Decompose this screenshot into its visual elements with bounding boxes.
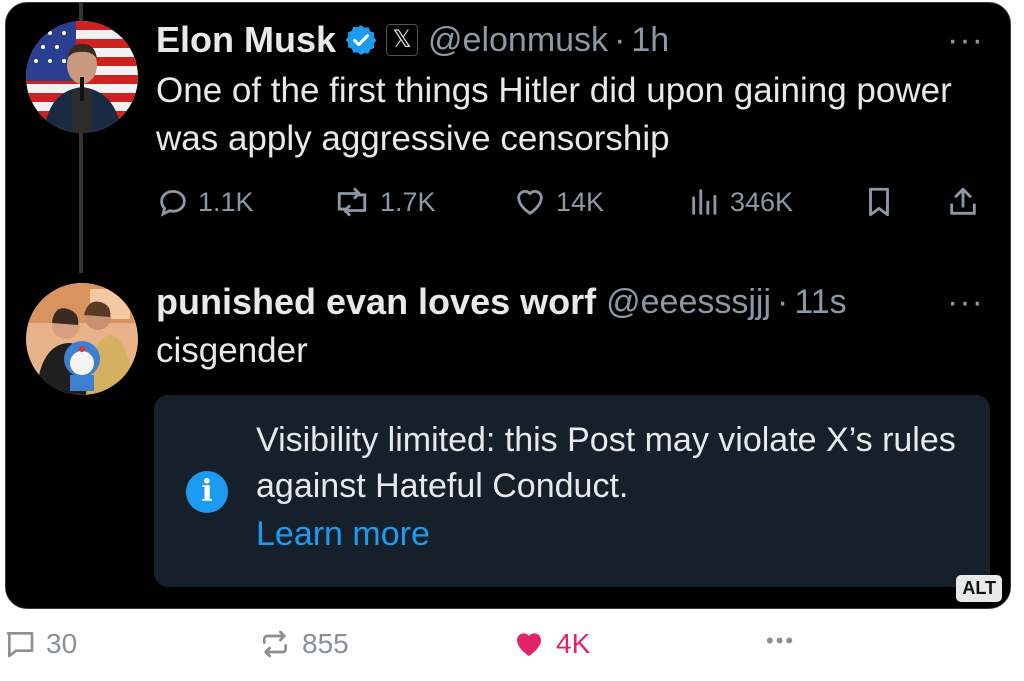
tweet1-reply-button[interactable]: 1.1K <box>156 185 254 219</box>
bookmark-button[interactable] <box>862 185 904 219</box>
tweet2-handle[interactable]: @eeesssjjj <box>606 283 771 322</box>
outer-repost-button[interactable]: 855 <box>258 628 349 660</box>
tweet1-reply-count: 1.1K <box>198 186 254 217</box>
tweet1-header: Elon Musk 𝕏 @elonmusk · 1h <box>156 19 669 61</box>
tweet1-timestamp[interactable]: 1h <box>631 21 669 60</box>
avatar-elon[interactable] <box>26 21 138 133</box>
outer-more-icon[interactable]: ••• <box>766 628 795 654</box>
share-button[interactable] <box>946 185 988 219</box>
outer-repost-count: 855 <box>302 628 349 659</box>
tweet1-author-name[interactable]: Elon Musk <box>156 19 336 61</box>
tweet1-views-button[interactable]: 346K <box>688 185 793 219</box>
notice-text: Visibility limited: this Post may violat… <box>256 421 956 505</box>
outer-like-count: 4K <box>556 628 591 659</box>
share-icon <box>950 187 976 215</box>
tweet2-more-icon[interactable]: ··· <box>947 283 984 322</box>
repost-icon <box>337 187 367 217</box>
outer-reply-count: 30 <box>46 628 78 659</box>
views-chart-icon <box>692 189 717 215</box>
tweet1-repost-count: 1.7K <box>380 186 436 217</box>
tweet1-more-icon[interactable]: ··· <box>947 21 984 60</box>
separator-dot: · <box>614 20 626 59</box>
separator-dot: · <box>777 282 789 321</box>
info-icon: i <box>186 471 228 513</box>
tweet1-handle[interactable]: @elonmusk <box>428 21 608 60</box>
tweet2-text: cisgender <box>156 331 308 370</box>
outer-reply-button[interactable]: 30 <box>4 628 77 660</box>
comment-icon <box>6 632 34 658</box>
reply-icon <box>160 189 186 217</box>
avatar-punished-evan[interactable] <box>26 283 138 395</box>
tweet1-action-bar: 1.1K 1.7K 14K 346K <box>156 185 996 229</box>
tweet1-views-count: 346K <box>730 186 794 217</box>
bookmark-icon <box>869 187 889 217</box>
tweet1-text: One of the first things Hitler did upon … <box>156 71 952 158</box>
tweet1-like-count: 14K <box>556 186 605 217</box>
repost-icon <box>263 630 287 658</box>
alt-text-badge[interactable]: ALT <box>956 575 1002 602</box>
visibility-limited-notice: i Visibility limited: this Post may viol… <box>154 395 990 587</box>
tweet1-like-button[interactable]: 14K <box>512 185 604 219</box>
tweet2-timestamp[interactable]: 11s <box>794 283 846 322</box>
outer-action-bar: 30 855 4K ••• <box>0 628 1024 672</box>
x-affiliate-badge-icon: 𝕏 <box>386 24 419 56</box>
tweet2-header: punished evan loves worf @eeesssjjj · 11… <box>156 281 847 323</box>
learn-more-link[interactable]: Learn more <box>256 511 430 557</box>
verified-badge-icon <box>344 23 378 57</box>
heart-icon <box>517 190 543 215</box>
tweet1-repost-button[interactable]: 1.7K <box>332 185 436 219</box>
embedded-screenshot: Elon Musk 𝕏 @elonmusk · 1h ··· One of th… <box>5 2 1011 609</box>
outer-like-button[interactable]: 4K <box>512 628 590 660</box>
tweet2-author-name[interactable]: punished evan loves worf <box>156 281 596 323</box>
heart-filled-icon <box>517 633 541 656</box>
